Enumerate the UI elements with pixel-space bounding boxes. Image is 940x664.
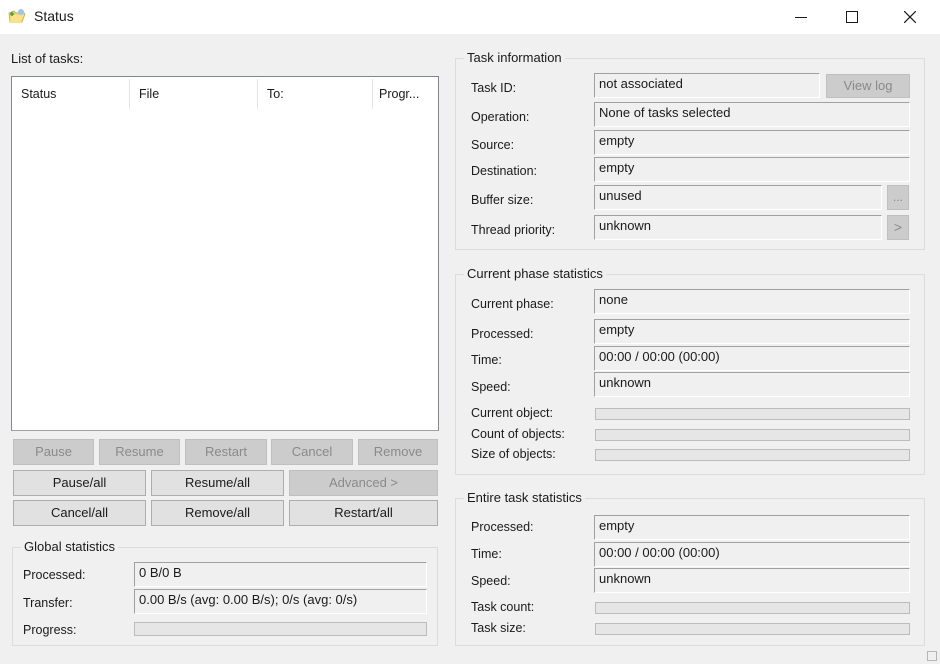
phase-speed-field: unknown <box>594 372 910 397</box>
current-object-progress-bar <box>595 408 910 420</box>
task-size-progress-bar <box>595 623 910 635</box>
operation-field: None of tasks selected <box>594 102 910 127</box>
global-transfer-field: 0.00 B/s (avg: 0.00 B/s); 0/s (avg: 0/s) <box>134 589 427 614</box>
phase-time-field: 00:00 / 00:00 (00:00) <box>594 346 910 371</box>
current-phase-title: Current phase statistics <box>464 266 606 281</box>
thread-priority-label: Thread priority: <box>471 223 556 237</box>
window-title: Status <box>34 8 74 24</box>
entire-task-title: Entire task statistics <box>464 490 585 505</box>
buffer-size-label: Buffer size: <box>471 193 534 207</box>
global-statistics-title: Global statistics <box>21 539 119 554</box>
remove-button[interactable]: Remove <box>358 439 438 465</box>
phase-speed-label: Speed: <box>471 380 511 394</box>
pause-all-button[interactable]: Pause/all <box>13 470 146 496</box>
destination-label: Destination: <box>471 164 538 178</box>
task-id-field: not associated <box>594 73 820 98</box>
task-speed-field: unknown <box>594 568 910 593</box>
maximize-button[interactable] <box>829 0 875 34</box>
advanced-button[interactable]: Advanced > <box>289 470 438 496</box>
phase-processed-label: Processed: <box>471 327 534 341</box>
pause-button[interactable]: Pause <box>13 439 94 465</box>
task-time-field: 00:00 / 00:00 (00:00) <box>594 542 910 567</box>
global-progress-label: Progress: <box>23 623 77 637</box>
task-size-label: Task size: <box>471 621 526 635</box>
buffer-size-field: unused <box>594 185 882 210</box>
current-phase-field: none <box>594 289 910 314</box>
task-count-label: Task count: <box>471 600 535 614</box>
close-button[interactable] <box>887 0 933 34</box>
task-speed-label: Speed: <box>471 574 511 588</box>
resume-all-button[interactable]: Resume/all <box>151 470 284 496</box>
column-header-status[interactable]: Status <box>12 77 129 111</box>
task-id-label: Task ID: <box>471 81 517 95</box>
tasks-list-header: Status File To: Progr... <box>12 77 438 111</box>
cancel-button[interactable]: Cancel <box>271 439 353 465</box>
destination-field: empty <box>594 157 910 182</box>
count-of-objects-progress-bar <box>595 429 910 441</box>
size-of-objects-progress-bar <box>595 449 910 461</box>
task-processed-label: Processed: <box>471 520 534 534</box>
global-processed-label: Processed: <box>23 568 86 582</box>
restart-button[interactable]: Restart <box>185 439 267 465</box>
phase-processed-field: empty <box>594 319 910 344</box>
column-header-progress[interactable]: Progr... <box>373 77 438 111</box>
operation-label: Operation: <box>471 110 530 124</box>
phase-time-label: Time: <box>471 353 502 367</box>
resume-button[interactable]: Resume <box>99 439 180 465</box>
task-processed-field: empty <box>594 515 910 540</box>
task-information-title: Task information <box>464 50 565 65</box>
close-icon <box>904 11 916 23</box>
column-header-file[interactable]: File <box>130 77 257 111</box>
minimize-icon <box>795 17 807 18</box>
title-bar: Status <box>0 0 940 34</box>
resize-grip[interactable] <box>927 651 937 661</box>
thread-priority-button[interactable]: > <box>887 215 909 240</box>
thread-priority-field: unknown <box>594 215 882 240</box>
source-label: Source: <box>471 138 515 152</box>
view-log-button[interactable]: View log <box>826 74 910 98</box>
size-of-objects-label: Size of objects: <box>471 447 556 461</box>
current-object-label: Current object: <box>471 406 553 420</box>
global-progress-bar <box>134 622 427 636</box>
cancel-all-button[interactable]: Cancel/all <box>13 500 146 526</box>
minimize-button[interactable] <box>778 0 824 34</box>
task-count-progress-bar <box>595 602 910 614</box>
tasks-list-label: List of tasks: <box>11 51 84 66</box>
tasks-list[interactable]: Status File To: Progr... <box>11 76 439 431</box>
source-field: empty <box>594 130 910 155</box>
maximize-icon <box>846 11 858 23</box>
restart-all-button[interactable]: Restart/all <box>289 500 438 526</box>
global-processed-field: 0 B/0 B <box>134 562 427 587</box>
column-header-to[interactable]: To: <box>258 77 372 111</box>
global-transfer-label: Transfer: <box>23 596 73 610</box>
count-of-objects-label: Count of objects: <box>471 427 565 441</box>
task-time-label: Time: <box>471 547 502 561</box>
folder-arrow-icon <box>8 8 26 24</box>
current-phase-label: Current phase: <box>471 297 554 311</box>
buffer-size-button[interactable]: ... <box>887 185 909 210</box>
remove-all-button[interactable]: Remove/all <box>151 500 284 526</box>
